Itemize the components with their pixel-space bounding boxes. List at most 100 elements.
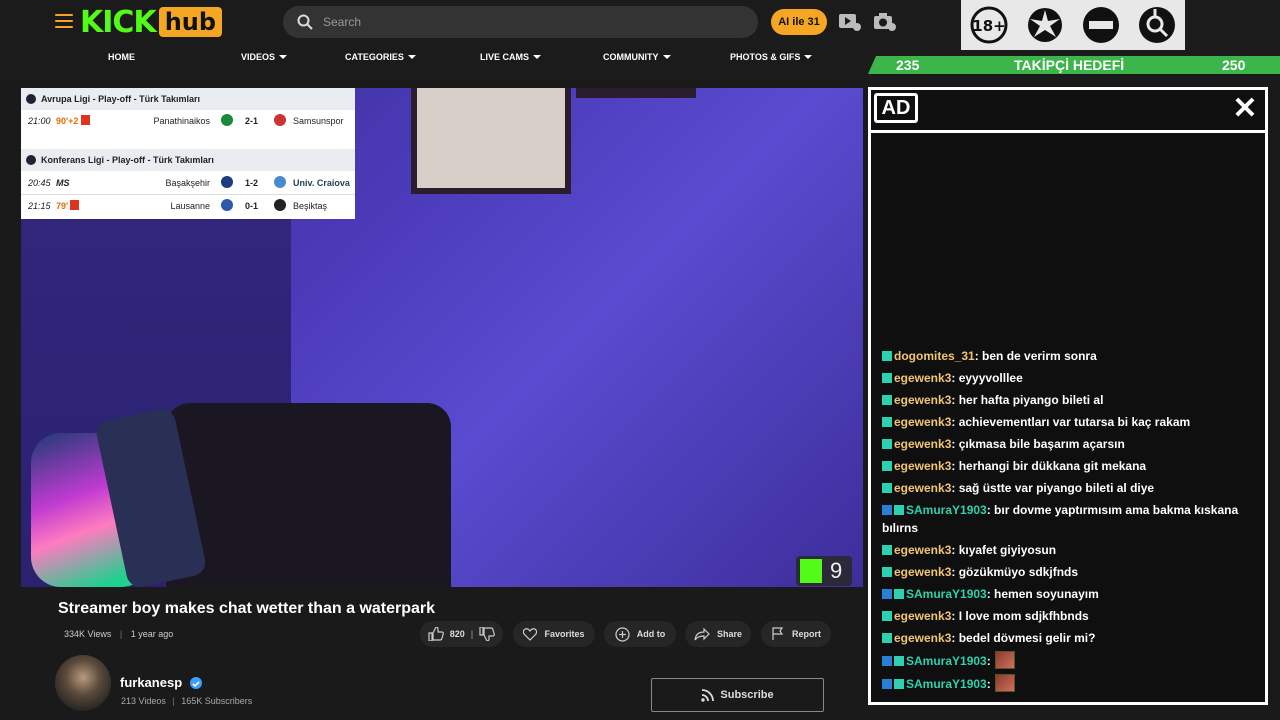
sparkle-icon	[1017, 0, 1073, 50]
red-card-icon	[70, 200, 79, 210]
site-logo[interactable]: KICK hub	[80, 4, 223, 40]
caret-down-icon	[407, 55, 416, 59]
logo-hub-text: hub	[158, 7, 223, 37]
chat-badge-icon	[894, 505, 904, 515]
meta-separator: |	[119, 629, 123, 639]
goal-label: TAKİPÇİ HEDEFİ	[1014, 57, 1125, 73]
team-crest-icon	[221, 199, 233, 211]
chat-text: : gözükmüyo sdkjfnds	[951, 565, 1079, 579]
nav-community[interactable]: COMMUNITY	[603, 52, 671, 62]
thumbs-up-icon[interactable]	[428, 627, 444, 641]
like-dislike-group: 820 |	[420, 621, 503, 647]
nav-photos-gifs[interactable]: PHOTOS & GIFS	[730, 52, 813, 62]
chat-username[interactable]: egewenk3	[894, 565, 951, 579]
plus-circle-icon	[615, 626, 630, 642]
prime-badge-icon	[882, 589, 892, 599]
no-entry-icon	[1073, 0, 1129, 50]
view-count: 334K Views	[64, 629, 112, 639]
chat-message: egewenk3: her hafta piyango bileti al	[882, 391, 1252, 409]
like-count: 820	[449, 629, 465, 639]
chat-badge-icon	[882, 567, 892, 577]
chat-badge-icon	[882, 545, 892, 555]
report-button[interactable]: Report	[761, 621, 831, 647]
channel-name[interactable]: furkanesp	[120, 675, 182, 690]
goal-current: 235	[896, 57, 920, 73]
chat-message: egewenk3: eyyyvolllee	[882, 369, 1252, 387]
flag-icon	[772, 627, 784, 640]
search-input[interactable]	[321, 14, 725, 30]
nav-live-cams[interactable]: LIVE CAMS	[480, 52, 542, 62]
chat-username[interactable]: egewenk3	[894, 481, 951, 495]
chat-text: :	[986, 654, 991, 668]
league-ball-icon	[26, 94, 36, 104]
chat-text: : bedel dövmesi gelir mi?	[951, 631, 1096, 645]
chat-text: : herhangi bir dükkana git mekana	[951, 459, 1147, 473]
channel-stats: 213 Videos | 165K Subscribers	[121, 696, 252, 706]
nav-categories[interactable]: CATEGORIES	[345, 52, 416, 62]
chat-message: SAmuraY1903:	[882, 674, 1252, 693]
camera-upload-icon[interactable]	[873, 12, 897, 32]
chat-text: :	[986, 677, 991, 691]
like-separator: |	[470, 629, 474, 639]
score-spacer	[21, 132, 355, 149]
chat-message: egewenk3: herhangi bir dükkana git mekan…	[882, 457, 1252, 475]
score-row: 20:45 MS Başakşehir 1-2 Univ. Craiova	[21, 172, 355, 195]
chat-text: : ben de verirm sonra	[974, 349, 1097, 363]
chat-username[interactable]: SAmuraY1903	[906, 587, 987, 601]
main-nav: HOME VIDEOS CATEGORIES LIVE CAMS COMMUNI…	[0, 52, 870, 70]
favorites-button[interactable]: Favorites	[513, 621, 595, 647]
chat-username[interactable]: SAmuraY1903	[906, 503, 987, 517]
search-bar[interactable]	[283, 6, 758, 38]
chat-message: egewenk3: çıkmasa bile başarım açarsın	[882, 435, 1252, 453]
chat-username[interactable]: SAmuraY1903	[906, 677, 987, 691]
chat-text: : hemen soyunayım	[986, 587, 1099, 601]
score-group-header: Konferans Ligi - Play-off - Türk Takımla…	[21, 149, 355, 171]
red-card-icon	[81, 115, 90, 125]
chat-text: : çıkmasa bile başarım açarsın	[951, 437, 1125, 451]
chat-username[interactable]: egewenk3	[894, 459, 951, 473]
chat-username[interactable]: egewenk3	[894, 609, 951, 623]
video-upload-icon[interactable]	[838, 12, 862, 32]
thumbs-down-icon[interactable]	[479, 627, 496, 641]
hamburger-menu-icon[interactable]	[55, 14, 73, 28]
chat-message: egewenk3: gözükmüyo sdkjfnds	[882, 563, 1252, 581]
team-crest-icon	[274, 199, 286, 211]
chat-username[interactable]: SAmuraY1903	[906, 654, 987, 668]
chat-emote-image	[994, 651, 1015, 669]
channel-video-count: 213 Videos	[121, 696, 166, 706]
kick-logo-icon	[800, 559, 822, 583]
ai-button[interactable]: AI ile 31	[771, 9, 827, 35]
chat-username[interactable]: dogomites_31	[894, 349, 975, 363]
chat-username[interactable]: egewenk3	[894, 371, 951, 385]
chat-badge-icon	[894, 679, 904, 689]
chat-username[interactable]: egewenk3	[894, 393, 951, 407]
chat-username[interactable]: egewenk3	[894, 631, 951, 645]
score-row: 21:15 79' Lausanne 0-1 Beşiktaş	[28, 199, 328, 211]
team-crest-icon	[221, 114, 233, 126]
chat-username[interactable]: egewenk3	[894, 415, 951, 429]
heart-icon	[523, 627, 538, 641]
overlay-badges: 18+	[961, 0, 1185, 50]
channel-subscriber-count: 165K Subscribers	[181, 696, 253, 706]
nav-home[interactable]: HOME	[108, 52, 135, 62]
nav-videos[interactable]: VIDEOS	[241, 52, 288, 62]
chat-badge-icon	[882, 373, 892, 383]
chat-username[interactable]: egewenk3	[894, 437, 951, 451]
chat-message: egewenk3: sağ üstte var piyango bileti a…	[882, 479, 1252, 497]
subscribe-button[interactable]: Subscribe	[651, 678, 824, 712]
share-button[interactable]: Share	[685, 621, 751, 647]
add-to-button[interactable]: Add to	[604, 621, 676, 647]
video-meta: 334K Views | 1 year ago	[64, 629, 173, 639]
channel-avatar[interactable]	[55, 655, 111, 711]
close-ad-icon[interactable]: ✕	[1232, 94, 1258, 124]
ad-divider	[871, 130, 1265, 133]
team-crest-icon	[274, 176, 286, 188]
chat-text: : her hafta piyango bileti al	[951, 393, 1104, 407]
search-icon[interactable]	[297, 14, 313, 30]
video-scene-frame	[411, 88, 571, 194]
caret-down-icon	[804, 55, 813, 59]
chat-username[interactable]: egewenk3	[894, 543, 951, 557]
upload-age: 1 year ago	[130, 629, 174, 639]
chat-emote-image	[994, 674, 1015, 692]
logo-kick-text: KICK	[80, 4, 157, 40]
